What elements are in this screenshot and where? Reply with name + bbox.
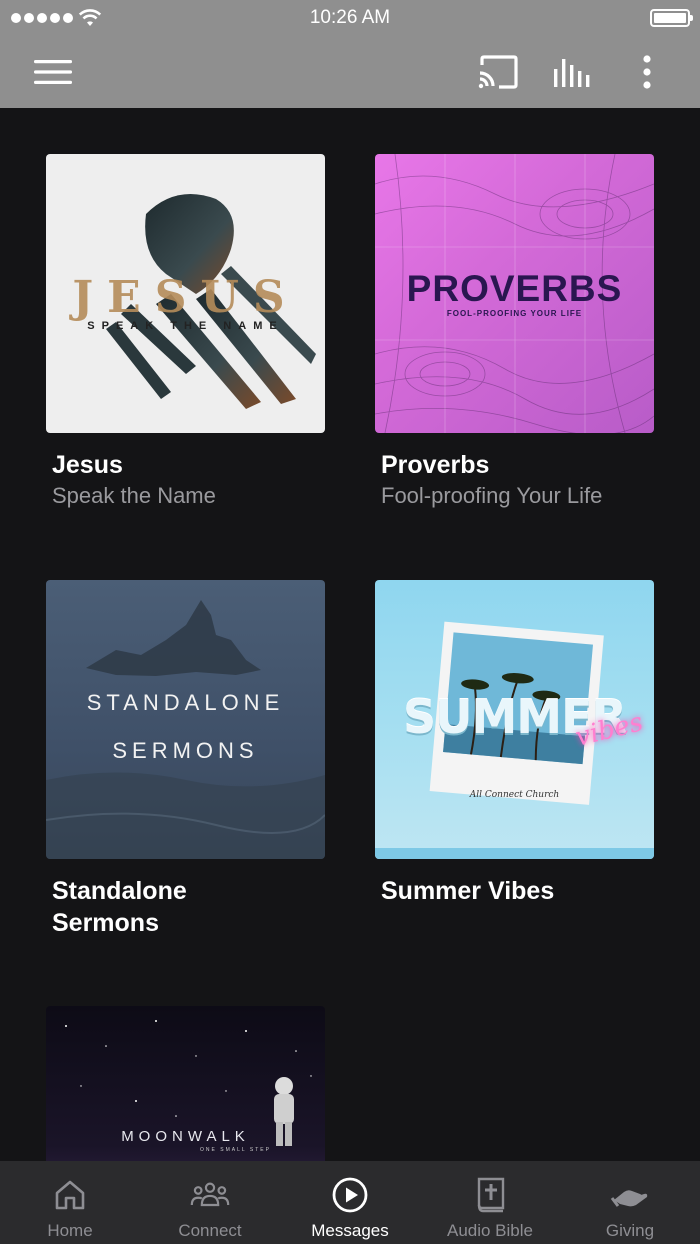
tab-label: Connect bbox=[178, 1221, 242, 1240]
people-group-icon bbox=[190, 1175, 230, 1215]
artwork-tagline: FOOL-PROOFING YOUR LIFE bbox=[446, 309, 583, 318]
home-icon bbox=[50, 1175, 90, 1215]
tab-giving[interactable]: Giving bbox=[560, 1161, 700, 1244]
battery-icon bbox=[650, 9, 693, 27]
artwork-tagline: SPEAK THE NAME bbox=[87, 320, 284, 332]
series-artwork: MOONWALK ONE SMALL STEP bbox=[46, 1006, 325, 1161]
more-options-button[interactable] bbox=[630, 36, 664, 108]
artwork-headline: JESUS bbox=[72, 272, 299, 323]
series-card-standalone-sermons[interactable]: STANDALONE SERMONS Standalone Sermons bbox=[46, 580, 325, 939]
artwork-headline: MOONWALK bbox=[121, 1128, 250, 1145]
bible-cross-icon bbox=[470, 1175, 510, 1215]
series-title: Standalone Sermons bbox=[52, 877, 187, 937]
series-card-moonwalk[interactable]: MOONWALK ONE SMALL STEP bbox=[46, 1006, 325, 1161]
status-time: 10:26 AM bbox=[309, 7, 391, 28]
artwork-line-1: STANDALONE bbox=[86, 690, 285, 715]
equalizer-icon bbox=[554, 59, 590, 87]
series-card-summer-vibes[interactable]: SUMMER vibes All Connect Church Summer V… bbox=[375, 580, 654, 907]
tab-connect[interactable]: Connect bbox=[140, 1161, 280, 1244]
cast-button[interactable] bbox=[474, 36, 522, 108]
series-card-jesus[interactable]: JESUS SPEAK THE NAME Jesus Speak the Nam… bbox=[46, 154, 325, 511]
series-artwork: PROVERBS FOOL-PROOFING YOUR LIFE bbox=[375, 154, 654, 433]
more-vertical-icon bbox=[643, 55, 651, 89]
series-grid: JESUS SPEAK THE NAME Jesus Speak the Nam… bbox=[0, 108, 700, 1161]
cast-icon bbox=[478, 55, 518, 89]
sea-rock-graphic bbox=[46, 600, 325, 859]
tab-audio-bible[interactable]: Audio Bible bbox=[420, 1161, 560, 1244]
hamburger-menu-icon bbox=[34, 60, 72, 84]
artwork-headline: PROVERBS bbox=[406, 268, 623, 309]
series-artwork: JESUS SPEAK THE NAME bbox=[46, 154, 325, 433]
artwork-line-2: SERMONS bbox=[112, 738, 259, 763]
audio-levels-button[interactable] bbox=[548, 36, 596, 108]
series-artwork: SUMMER vibes All Connect Church bbox=[375, 580, 654, 859]
status-bar: 10:26 AM bbox=[0, 0, 700, 36]
series-title: Proverbs bbox=[381, 451, 490, 479]
giving-hand-icon bbox=[610, 1175, 650, 1215]
series-artwork: STANDALONE SERMONS bbox=[46, 580, 325, 859]
tab-home[interactable]: Home bbox=[0, 1161, 140, 1244]
series-title: Jesus bbox=[52, 451, 123, 479]
series-title: Summer Vibes bbox=[381, 877, 555, 905]
bottom-tab-bar: Home Connect Messages Audio Bible Giving bbox=[0, 1161, 700, 1244]
play-circle-icon bbox=[330, 1175, 370, 1215]
series-card-proverbs[interactable]: PROVERBS FOOL-PROOFING YOUR LIFE Proverb… bbox=[375, 154, 654, 511]
tab-label: Home bbox=[47, 1221, 93, 1240]
tab-messages[interactable]: Messages bbox=[280, 1161, 420, 1244]
top-toolbar bbox=[0, 36, 700, 108]
artwork-tagline: ONE SMALL STEP bbox=[200, 1147, 271, 1153]
series-subtitle: Fool-proofing Your Life bbox=[381, 483, 603, 508]
tab-label: Audio Bible bbox=[446, 1221, 533, 1240]
artwork-caption: All Connect Church bbox=[469, 790, 560, 800]
tab-label: Messages bbox=[311, 1221, 389, 1240]
menu-button[interactable] bbox=[28, 36, 78, 108]
tab-label: Giving bbox=[605, 1221, 655, 1240]
series-subtitle: Speak the Name bbox=[52, 483, 216, 508]
